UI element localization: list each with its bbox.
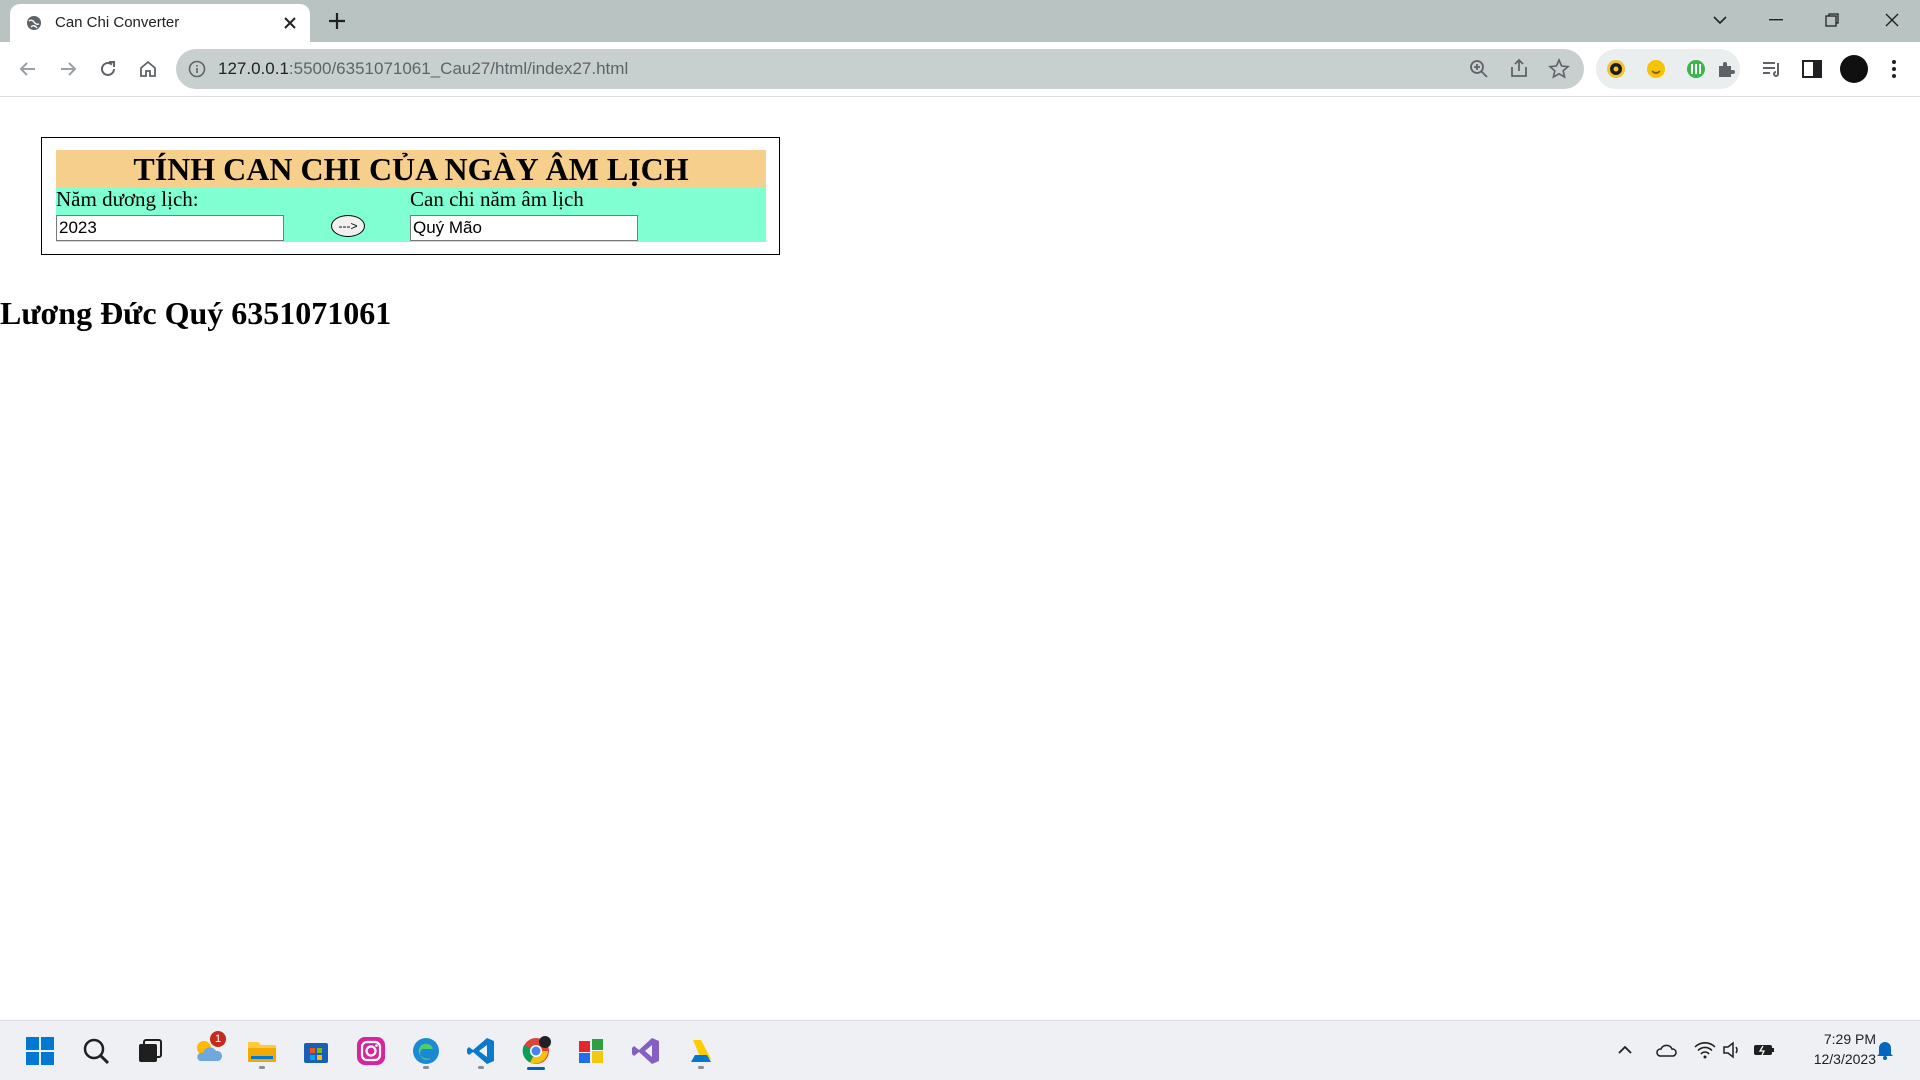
home-icon <box>140 60 156 77</box>
cloud-icon <box>1656 1044 1677 1057</box>
globe-icon <box>27 16 41 30</box>
solar-year-label: Năm dương lịch: <box>56 187 199 211</box>
restore-button[interactable] <box>1804 0 1860 40</box>
taskbar-chrome[interactable] <box>516 1031 556 1071</box>
store-icon <box>304 1043 328 1063</box>
extensions-area <box>1596 49 1740 89</box>
minimize-icon <box>1769 19 1783 21</box>
more-vert-icon[interactable] <box>1882 57 1906 81</box>
running-indicator <box>423 1066 429 1069</box>
new-tab-icon[interactable] <box>326 10 348 32</box>
speaker-icon <box>1723 1041 1738 1059</box>
form-title: TÍNH CAN CHI CỦA NGÀY ÂM LỊCH <box>133 151 689 187</box>
bell-icon <box>1877 1042 1893 1060</box>
search-icon <box>83 1038 110 1065</box>
notification-badge: 1 <box>210 1031 226 1047</box>
clock-date: 12/3/2023 <box>1813 1051 1876 1067</box>
share-icon[interactable] <box>1508 58 1530 80</box>
edge-browser-icon <box>413 1038 439 1064</box>
taskbar-visual-studio[interactable] <box>626 1031 666 1071</box>
url-path: :5500/6351071061_Cau27/html/index27.html <box>288 59 629 78</box>
form-body: Năm dương lịch: ---> Can chi năm âm lịch <box>56 187 766 242</box>
zoom-icon[interactable] <box>1468 58 1490 80</box>
lunar-year-output[interactable] <box>410 215 638 241</box>
taskbar-app-drive[interactable] <box>681 1031 721 1071</box>
address-bar[interactable]: 127.0.0.1:5500/6351071061_Cau27/html/ind… <box>176 49 1584 89</box>
wifi-icon <box>1694 1042 1716 1059</box>
onedrive-button[interactable] <box>1655 1039 1677 1061</box>
vscode-icon <box>467 1038 494 1064</box>
minimize-button[interactable] <box>1748 0 1804 40</box>
puzzle-icon[interactable] <box>1716 59 1736 79</box>
task-view-button[interactable] <box>130 1031 170 1071</box>
clock-time: 7:29 PM <box>1823 1031 1876 1047</box>
taskbar-instagram[interactable] <box>351 1031 391 1071</box>
tab-title: Can Chi Converter <box>55 14 180 31</box>
taskbar-weather-widget[interactable]: 1 <box>188 1031 228 1071</box>
close-window-button[interactable] <box>1864 0 1920 40</box>
tab-search-button[interactable] <box>1692 0 1748 40</box>
active-app-indicator <box>527 1067 545 1070</box>
form-title-row: TÍNH CAN CHI CỦA NGÀY ÂM LỊCH <box>56 150 766 188</box>
browser-tab-strip: Can Chi Converter <box>0 0 1920 42</box>
taskbar: 1 7:29 PM 12/3/2023 <box>0 1020 1920 1080</box>
notifications-button[interactable] <box>1874 1039 1896 1061</box>
colorful-app-icon <box>579 1039 603 1063</box>
close-tab-icon[interactable] <box>280 13 300 33</box>
author-heading: Lương Đức Quý 6351071061 <box>0 295 392 331</box>
visual-studio-icon <box>632 1038 659 1064</box>
taskbar-app-colorful[interactable] <box>571 1031 611 1071</box>
drive-app-icon <box>691 1040 711 1062</box>
running-indicator <box>259 1066 265 1069</box>
running-indicator <box>478 1066 484 1069</box>
profile-avatar[interactable] <box>1840 55 1868 83</box>
url-text[interactable]: 127.0.0.1:5500/6351071061_Cau27/html/ind… <box>218 59 628 79</box>
chevron-down-icon <box>1713 16 1727 25</box>
folder-icon <box>248 1042 276 1062</box>
convert-button[interactable]: ---> <box>331 215 365 237</box>
lunar-year-label: Can chi năm âm lịch <box>410 187 584 211</box>
task-view-icon <box>139 1039 162 1062</box>
wifi-button[interactable] <box>1694 1039 1716 1061</box>
chevron-up-icon <box>1618 1045 1632 1054</box>
reload-icon <box>101 61 115 76</box>
extension-2-icon[interactable] <box>1646 59 1666 79</box>
reload-button[interactable] <box>94 55 122 83</box>
browser-tab[interactable]: Can Chi Converter <box>10 4 310 42</box>
taskbar-edge[interactable] <box>406 1031 446 1071</box>
windows-start-icon <box>26 1037 54 1065</box>
url-host: 127.0.0.1 <box>218 59 289 78</box>
info-icon[interactable] <box>188 60 206 78</box>
show-hidden-icons-button[interactable] <box>1614 1039 1636 1061</box>
running-indicator <box>698 1066 704 1069</box>
arrow-right-icon <box>61 62 77 76</box>
chrome-icon <box>522 1036 551 1064</box>
reading-list-icon[interactable] <box>1760 57 1784 81</box>
extension-1-icon[interactable] <box>1606 59 1626 79</box>
arrow-left-icon <box>19 62 35 76</box>
start-button[interactable] <box>20 1031 60 1071</box>
side-panel-icon[interactable] <box>1800 57 1824 81</box>
close-icon <box>1885 13 1899 27</box>
taskbar-file-explorer[interactable] <box>242 1031 282 1071</box>
extension-3-icon[interactable] <box>1686 59 1706 79</box>
taskbar-vscode[interactable] <box>461 1031 501 1071</box>
volume-button[interactable] <box>1721 1039 1743 1061</box>
browser-toolbar: 127.0.0.1:5500/6351071061_Cau27/html/ind… <box>0 42 1920 97</box>
search-button[interactable] <box>76 1031 116 1071</box>
battery-button[interactable] <box>1753 1039 1775 1061</box>
taskbar-store[interactable] <box>296 1031 336 1071</box>
solar-year-input[interactable] <box>56 215 284 241</box>
back-button[interactable] <box>14 55 42 83</box>
battery-icon <box>1754 1045 1774 1056</box>
can-chi-form: TÍNH CAN CHI CỦA NGÀY ÂM LỊCH Năm dương … <box>41 137 780 255</box>
bookmark-star-icon[interactable] <box>1548 58 1570 80</box>
taskbar-clock[interactable]: 7:29 PM 12/3/2023 <box>1790 1029 1876 1069</box>
page-content: TÍNH CAN CHI CỦA NGÀY ÂM LỊCH Năm dương … <box>0 97 1920 1020</box>
instagram-icon <box>357 1037 385 1065</box>
restore-icon <box>1825 13 1839 27</box>
home-button[interactable] <box>134 55 162 83</box>
forward-button[interactable] <box>54 55 82 83</box>
